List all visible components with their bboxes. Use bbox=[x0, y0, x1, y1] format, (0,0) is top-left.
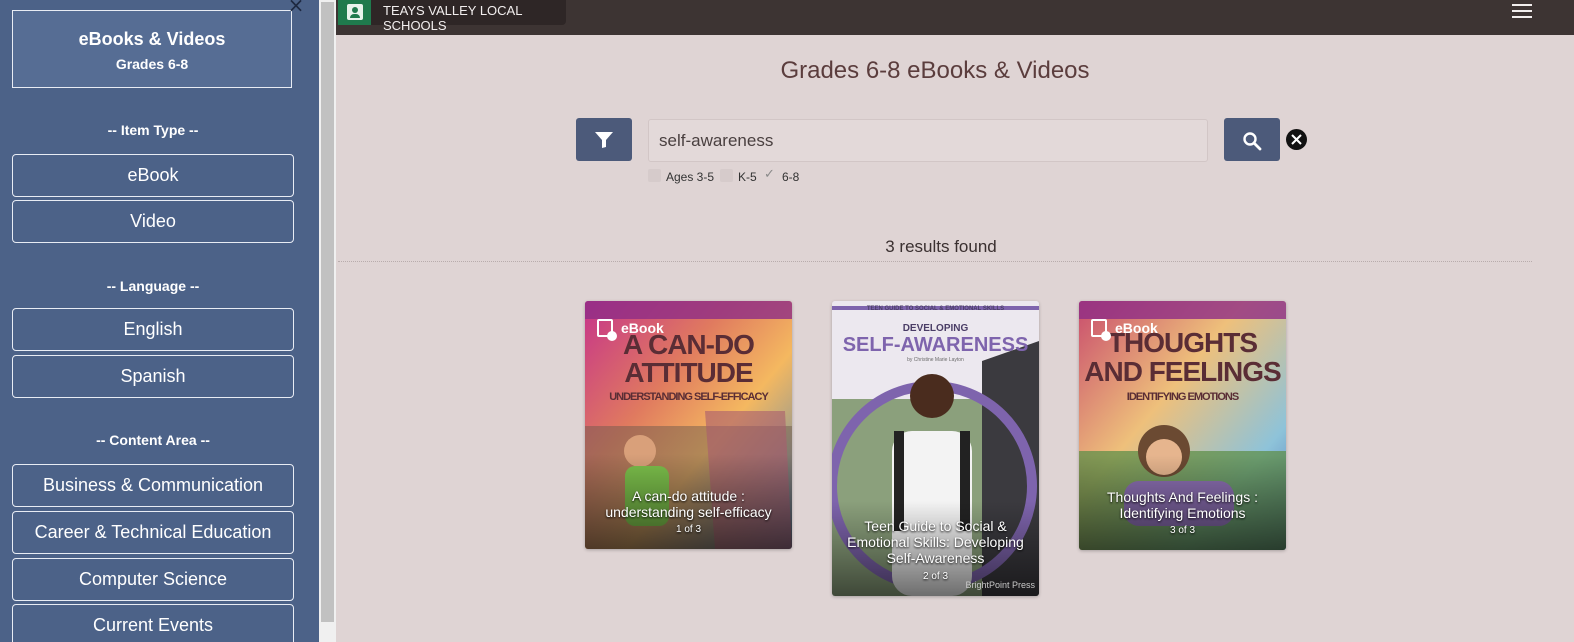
checkbox-icon bbox=[648, 169, 661, 182]
checkmark-icon: ✓ bbox=[764, 167, 775, 182]
page-title: Grades 6-8 eBooks & Videos bbox=[780, 57, 1090, 84]
school-badge[interactable]: TEAYS VALLEY LOCAL SCHOOLS bbox=[338, 0, 566, 33]
result-card[interactable]: THOUGHTS AND FEELINGS IDENTIFYING EMOTIO… bbox=[1079, 301, 1286, 550]
section-heading-content-area: -- Content Area -- bbox=[96, 432, 210, 448]
filter-button-spanish[interactable]: Spanish bbox=[12, 355, 294, 398]
result-card[interactable]: TEEN GUIDE TO SOCIAL & EMOTIONAL SKILLS … bbox=[832, 301, 1039, 596]
filter-button[interactable] bbox=[576, 118, 632, 161]
card-title: A can-do attitude : understanding self-e… bbox=[605, 488, 772, 520]
funnel-icon bbox=[595, 132, 613, 148]
search-input[interactable] bbox=[648, 119, 1208, 162]
filter-button-current-events[interactable]: Current Events bbox=[12, 604, 294, 642]
ebook-icon bbox=[1091, 319, 1111, 341]
hamburger-icon[interactable] bbox=[1512, 2, 1534, 20]
magnifier-icon bbox=[1243, 132, 1262, 151]
sidebar-scrollbar[interactable] bbox=[319, 0, 336, 642]
filter-button-ebook[interactable]: eBook bbox=[12, 154, 294, 197]
close-circle-icon bbox=[1291, 134, 1302, 145]
card-title: Teen Guide to Social & Emotional Skills:… bbox=[847, 518, 1024, 566]
checkbox-icon bbox=[720, 169, 733, 182]
ebook-icon bbox=[597, 319, 617, 341]
filter-button-business-communication[interactable]: Business & Communication bbox=[12, 464, 294, 507]
section-heading-item-type: -- Item Type -- bbox=[107, 122, 199, 138]
school-name: TEAYS VALLEY LOCAL SCHOOLS bbox=[383, 3, 522, 33]
sidebar-title: eBooks & Videos bbox=[78, 29, 226, 49]
publisher-mark: BrightPoint Press bbox=[965, 580, 1035, 590]
section-heading-language: -- Language -- bbox=[106, 278, 200, 294]
filter-button-career-technical-education[interactable]: Career & Technical Education bbox=[12, 511, 294, 554]
sidebar-header: eBooks & Videos Grades 6-8 bbox=[12, 10, 292, 88]
filter-button-english[interactable]: English bbox=[12, 308, 294, 351]
filter-button-computer-science[interactable]: Computer Science bbox=[12, 558, 294, 601]
card-position: 3 of 3 bbox=[1169, 525, 1196, 536]
sidebar: eBooks & Videos Grades 6-8 × -- Item Typ… bbox=[0, 0, 319, 642]
top-bar: TEAYS VALLEY LOCAL SCHOOLS bbox=[336, 0, 1574, 35]
card-title: Thoughts And Feelings : Identifying Emot… bbox=[1107, 489, 1258, 521]
divider bbox=[338, 261, 1532, 262]
results-count: 3 results found bbox=[885, 237, 997, 256]
close-icon[interactable]: × bbox=[287, 0, 305, 15]
card-position: 1 of 3 bbox=[675, 524, 702, 535]
sidebar-subtitle: Grades 6-8 bbox=[115, 56, 189, 72]
clear-search-button[interactable] bbox=[1286, 129, 1307, 150]
contact-card-icon bbox=[338, 0, 371, 25]
search-button[interactable] bbox=[1224, 118, 1280, 161]
filter-button-video[interactable]: Video bbox=[12, 200, 294, 243]
scrollbar-thumb[interactable] bbox=[321, 2, 334, 622]
result-card[interactable]: A CAN-DO ATTITUDE UNDERSTANDING SELF-EFF… bbox=[585, 301, 792, 549]
